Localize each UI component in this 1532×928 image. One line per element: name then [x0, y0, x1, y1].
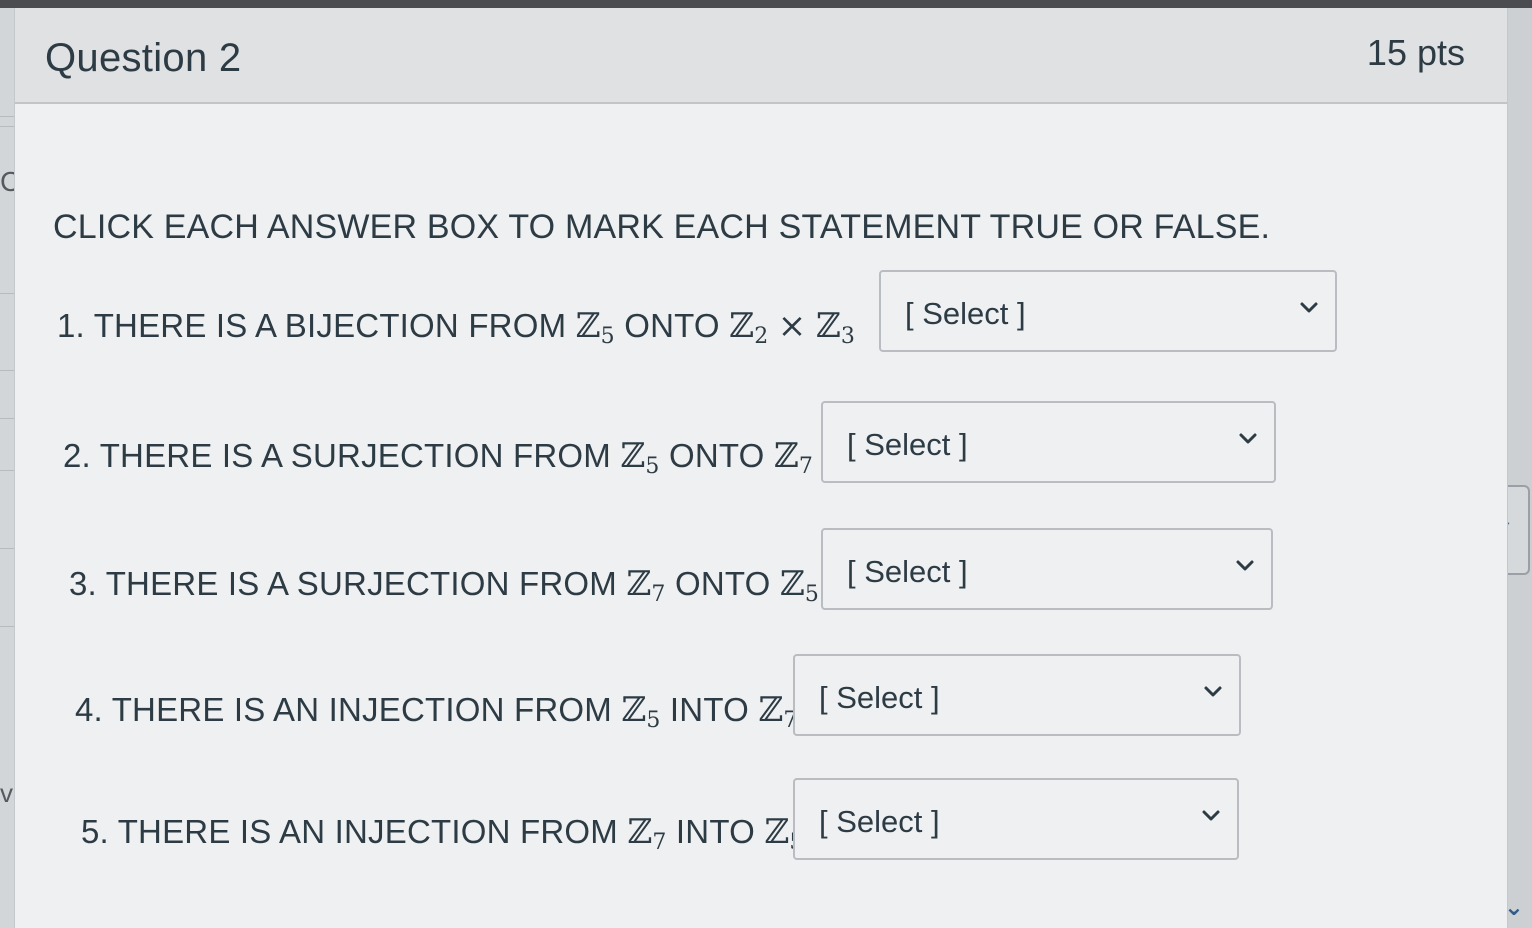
chevron-down-icon [1239, 433, 1257, 444]
screen: C vork ✓ ) ⌄ Question 2 15 pts CLICK EAC… [0, 0, 1532, 928]
statement-connector: INTO [675, 813, 755, 850]
statement-number: 2. [63, 437, 91, 474]
set-symbol: ℤ5 [621, 690, 661, 733]
set-symbol: ℤ7 [627, 812, 667, 855]
set-symbol: ℤ3 [815, 306, 856, 349]
set-symbol: ℤ5 [779, 564, 820, 607]
chevron-down-icon [1300, 302, 1318, 313]
statement-connector: INTO [669, 691, 749, 728]
answer-select-5[interactable]: [ Select ] [793, 778, 1239, 860]
statement-number: 3. [69, 565, 97, 602]
set-symbol: ℤ5 [575, 306, 615, 349]
select-value: [ Select ] [819, 804, 940, 839]
select-value: [ Select ] [847, 427, 968, 462]
statement-1: 1. THERE IS A BIJECTION FROM ℤ5 ONTO ℤ2 … [57, 306, 856, 349]
answer-select-3[interactable]: [ Select ] [821, 528, 1273, 610]
answer-select-4[interactable]: [ Select ] [793, 654, 1241, 736]
select-value: [ Select ] [847, 554, 968, 589]
statement-number: 5. [81, 813, 109, 850]
statement-text: THERE IS A SURJECTION FROM [99, 437, 611, 474]
statement-text: THERE IS A BIJECTION FROM [93, 307, 567, 344]
statement-text: THERE IS AN INJECTION FROM [117, 813, 618, 850]
set-symbol: ℤ7 [758, 690, 798, 733]
chevron-down-icon [1202, 810, 1220, 821]
answer-select-1[interactable]: [ Select ] [879, 270, 1337, 352]
set-symbol: ℤ5 [620, 436, 660, 479]
statement-4: 4. THERE IS AN INJECTION FROM ℤ5 INTO ℤ7 [75, 690, 798, 733]
statement-2: 2. THERE IS A SURJECTION FROM ℤ5 ONTO ℤ7 [63, 436, 814, 479]
set-symbol: ℤ2 [729, 306, 769, 349]
question-title: Question 2 [45, 36, 242, 80]
statement-connector: ONTO [674, 565, 771, 602]
select-value: [ Select ] [819, 680, 940, 715]
statement-text: THERE IS AN INJECTION FROM [111, 691, 612, 728]
chevron-down-icon [1236, 560, 1254, 571]
select-value: [ Select ] [905, 296, 1026, 331]
set-symbol: ℤ7 [626, 564, 666, 607]
times-symbol: × [777, 306, 807, 346]
statement-number: 1. [57, 307, 85, 344]
statement-connector: ONTO [624, 307, 720, 344]
question-instruction: CLICK EACH ANSWER BOX TO MARK EACH STATE… [53, 208, 1271, 246]
statement-3: 3. THERE IS A SURJECTION FROM ℤ7 ONTO ℤ5 [69, 564, 820, 607]
set-symbol: ℤ7 [773, 436, 814, 479]
top-bar [0, 0, 1532, 8]
statement-text: THERE IS A SURJECTION FROM [105, 565, 617, 602]
question-card: Question 2 15 pts CLICK EACH ANSWER BOX … [14, 8, 1508, 928]
statement-5: 5. THERE IS AN INJECTION FROM ℤ7 INTO ℤ5 [81, 812, 804, 855]
statement-connector: ONTO [668, 437, 765, 474]
question-header: Question 2 15 pts [15, 8, 1507, 104]
chevron-down-icon [1204, 686, 1222, 697]
statement-number: 4. [75, 691, 103, 728]
question-points: 15 pts [1366, 32, 1465, 73]
answer-select-2[interactable]: [ Select ] [821, 401, 1276, 483]
